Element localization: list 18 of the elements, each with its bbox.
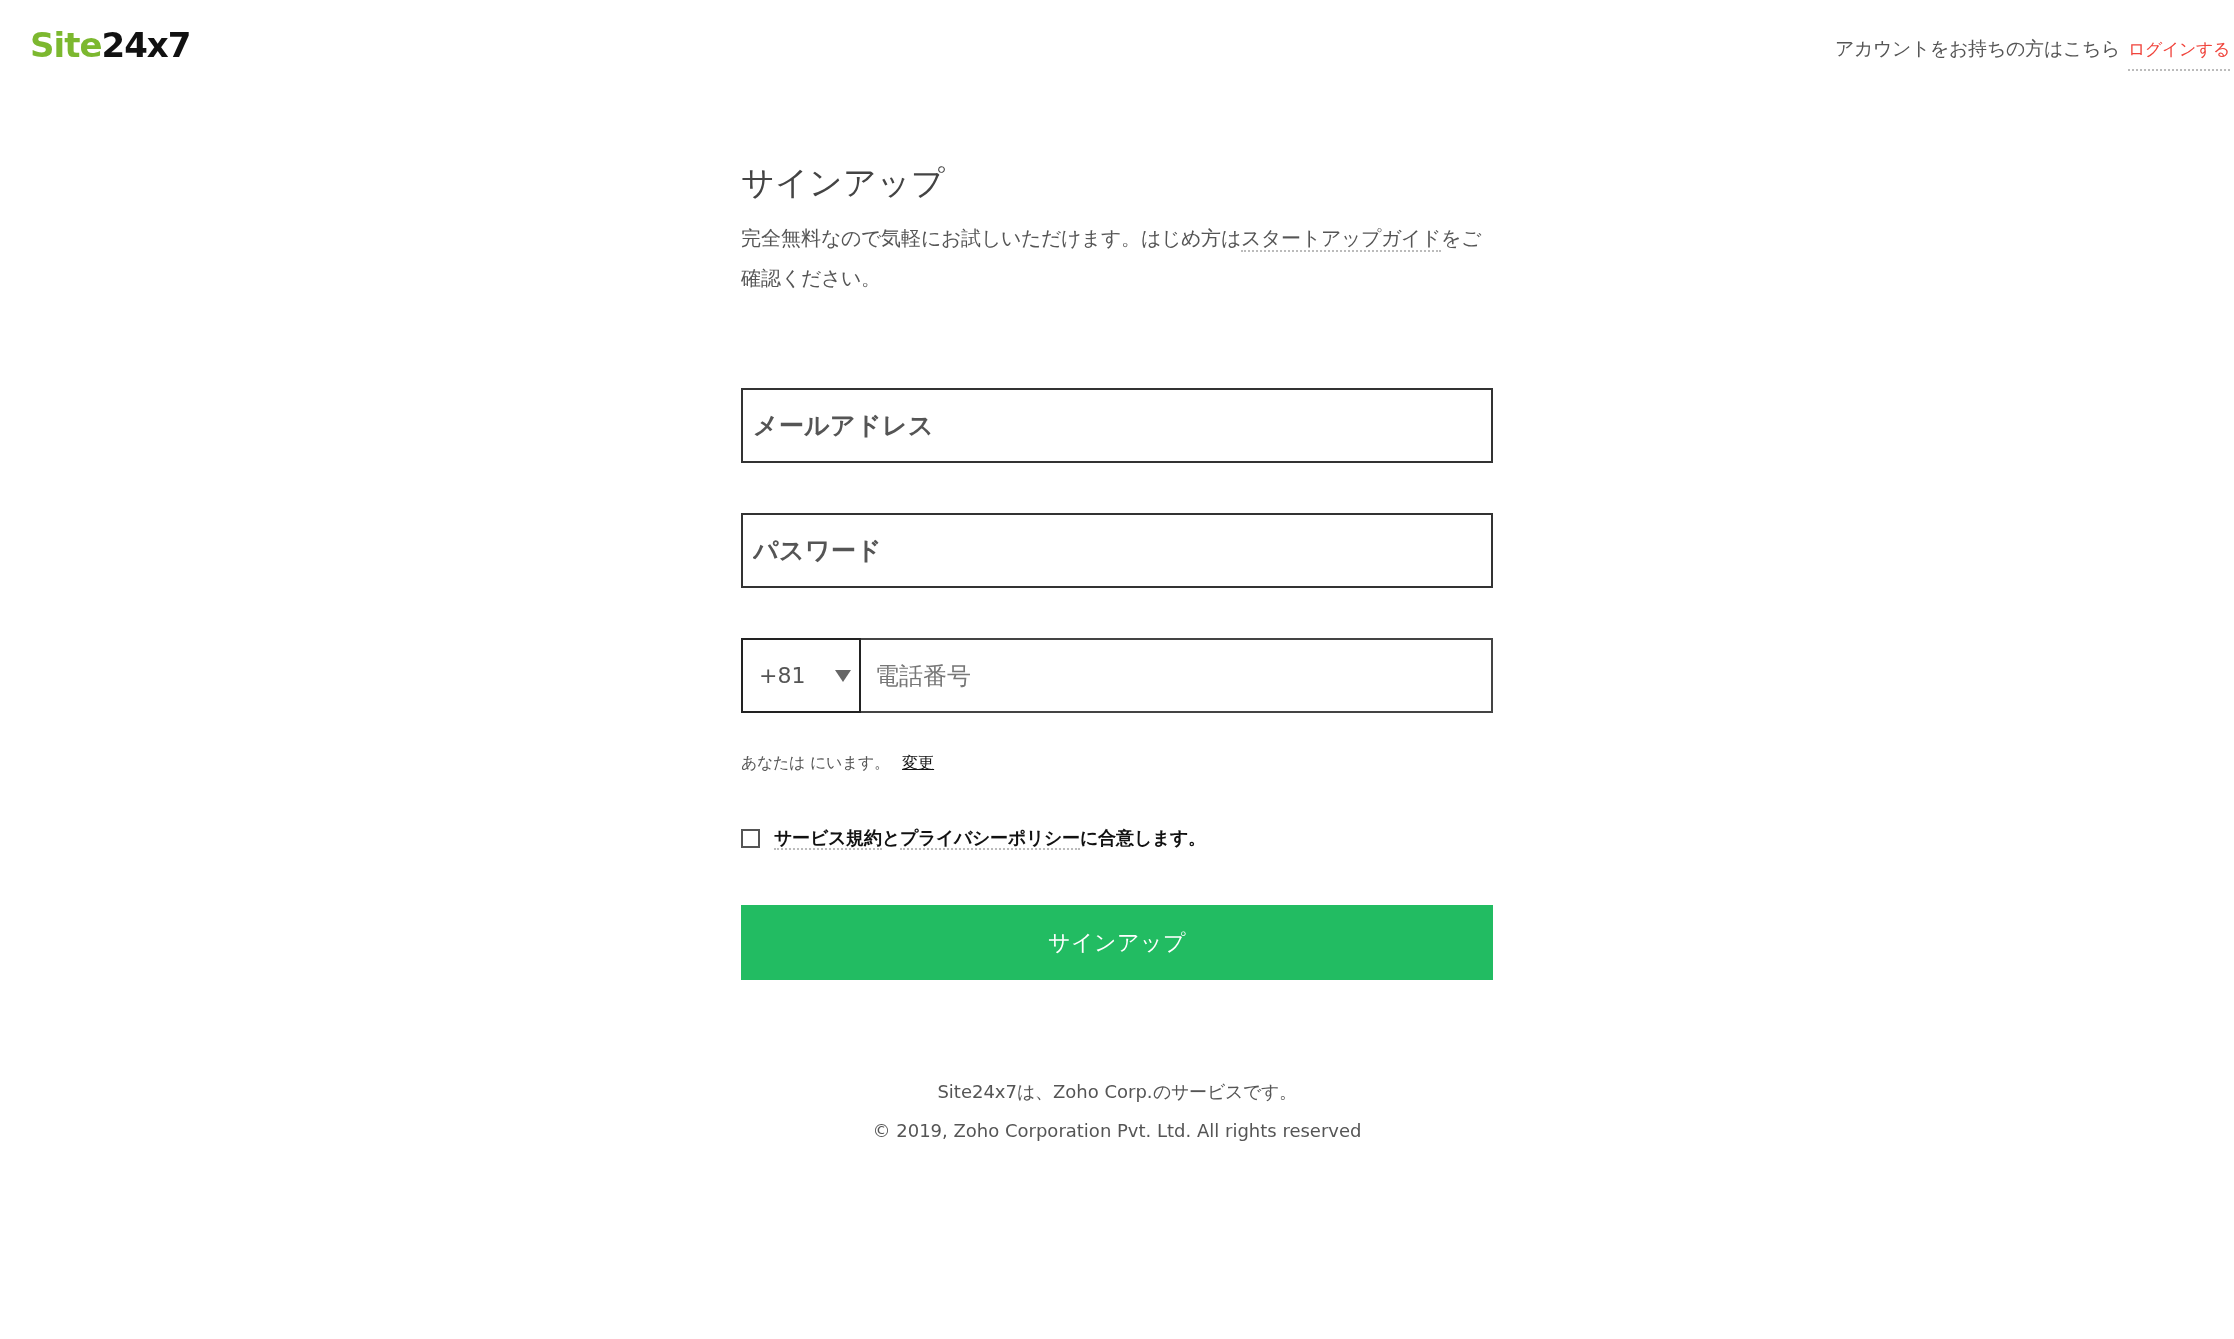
login-link[interactable]: ログインする [2128,38,2230,71]
terms-text: サービス規約と プライバシーポリシーに合意します。 [774,826,1206,850]
change-link[interactable]: 変更 [902,753,935,774]
country-code-select[interactable]: +81 [741,638,861,713]
logo: Site24x7 [30,24,191,66]
footer-text: © 2019, Zoho Corporation Pvt. Ltd. All rights reserved [872,1120,1362,1141]
footer-text: Site24x7は、Zoho Corp.のサービスです。 [937,1080,1297,1104]
caret-icon [835,669,851,682]
terms-link[interactable]: プライバシーポリシー [900,827,1080,850]
terms-checkbox[interactable] [741,828,760,848]
location-text: あなたは にいます。 [741,753,891,774]
account-prompt: アカウントをお持ちの方はこちら [1835,36,2120,61]
guide-link[interactable]: スタートアップガイド [1241,226,1441,252]
terms-link[interactable]: サービス規約 [774,827,882,850]
page-title: サインアップ [741,162,946,204]
intro-text: 完全無料なので気軽にお試しいただけます。はじめ方はスタートアップガイド をご確認ください。 [741,225,1482,292]
email-field[interactable]: メールアドレス [741,388,1493,463]
phone-field[interactable]: 電話番号 [861,638,1493,713]
